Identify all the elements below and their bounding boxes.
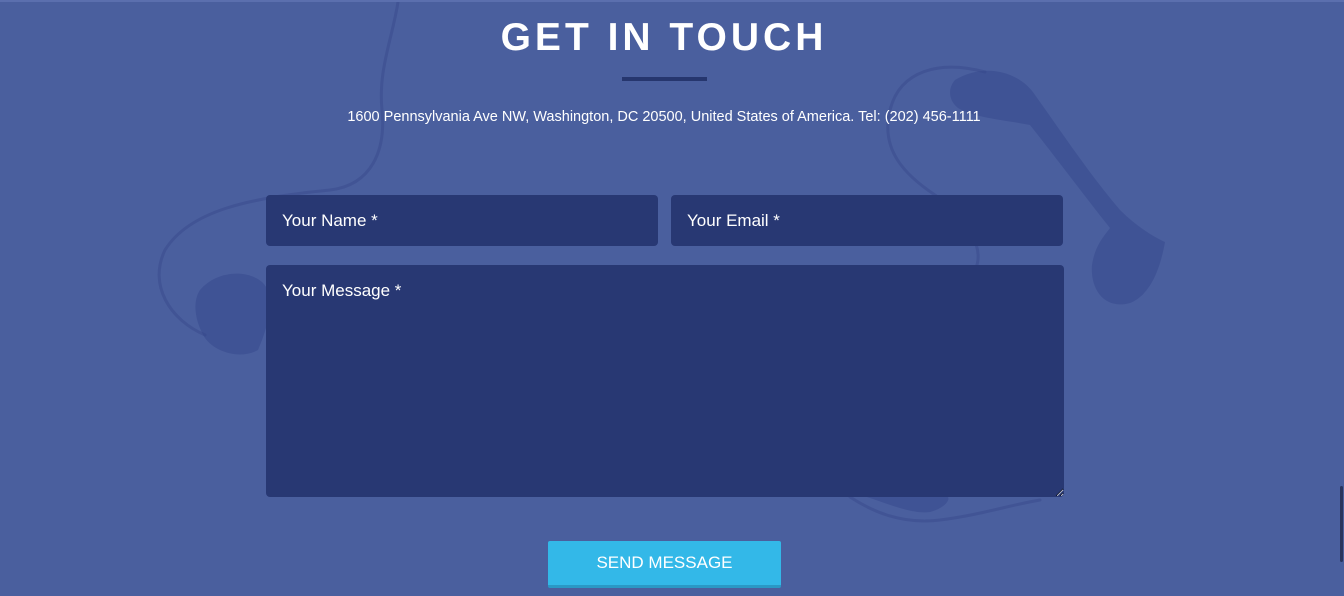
email-field[interactable] [671,195,1063,246]
contact-address: 1600 Pennsylvania Ave NW, Washington, DC… [347,109,981,125]
send-message-button[interactable]: SEND MESSAGE [548,541,781,588]
page-title: GET IN TOUCH [500,16,828,59]
name-field[interactable] [266,195,658,246]
message-field[interactable] [266,265,1064,497]
scrollbar-thumb[interactable] [1340,486,1343,562]
top-border [0,0,1344,2]
contact-section: GET IN TOUCH 1600 Pennsylvania Ave NW, W… [0,0,1344,596]
title-divider [622,77,707,81]
